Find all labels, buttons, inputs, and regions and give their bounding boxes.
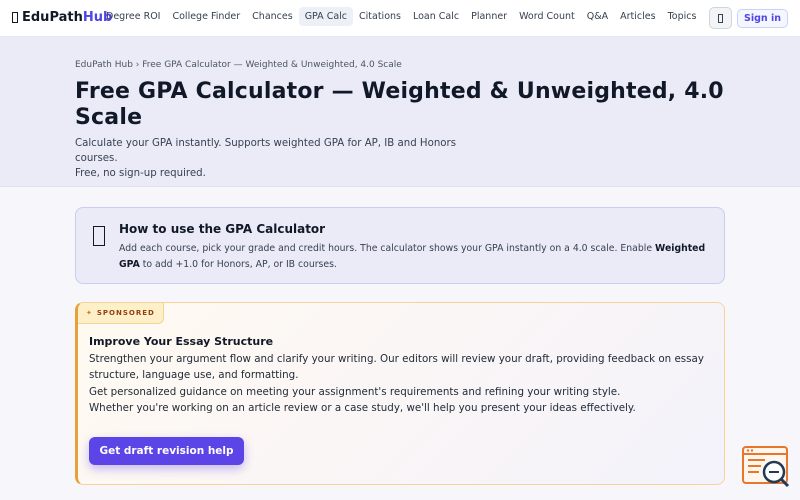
howto-title: How to use the GPA Calculator <box>119 222 326 236</box>
star-icon: ✦ <box>86 309 93 317</box>
site-logo[interactable]: EduPath Hub <box>12 10 112 25</box>
howto-text-part-2: to add +1.0 for Honors, AP, or IB course… <box>139 258 337 270</box>
nav-item-topics[interactable]: Topics <box>662 7 703 26</box>
page-subtitle-line-1: Calculate your GPA instantly. Supports w… <box>75 138 457 164</box>
sponsored-badge: ✦ SPONSORED <box>78 303 164 324</box>
logo-icon <box>12 12 18 23</box>
nav-item-chances[interactable]: Chances <box>246 7 299 26</box>
breadcrumb[interactable]: EduPath Hub › Free GPA Calculator — Weig… <box>75 60 402 70</box>
nav-item-gpa-calc[interactable]: GPA Calc <box>298 7 354 26</box>
hero-section: EduPath Hub › Free GPA Calculator — Weig… <box>0 37 800 187</box>
main-nav: Degree ROI College Finder Chances GPA Ca… <box>100 7 702 26</box>
sponsored-body-line-1: Strengthen your argument flow and clarif… <box>89 353 704 382</box>
nav-item-degree-roi[interactable]: Degree ROI <box>100 7 166 26</box>
document-search-icon <box>742 446 790 488</box>
nav-item-word-count[interactable]: Word Count <box>513 7 581 26</box>
book-icon <box>93 226 105 246</box>
howto-text-part-1: Add each course, pick your grade and cre… <box>119 243 656 254</box>
sponsored-card: ✦ SPONSORED Improve Your Essay Structure… <box>75 302 725 485</box>
sponsored-body: Strengthen your argument flow and clarif… <box>89 351 709 417</box>
nav-item-college-finder[interactable]: College Finder <box>166 7 246 26</box>
sign-in-button[interactable]: Sign in <box>737 9 788 28</box>
nav-item-loan-calc[interactable]: Loan Calc <box>407 7 465 26</box>
top-navbar: EduPath Hub Degree ROI College Finder Cha… <box>0 0 800 37</box>
howto-text: Add each course, pick your grade and cre… <box>119 241 714 272</box>
get-draft-revision-help-button[interactable]: Get draft revision help <box>89 437 244 465</box>
sponsored-body-line-2: Get personalized guidance on meeting you… <box>89 385 621 398</box>
sponsored-title: Improve Your Essay Structure <box>89 335 274 348</box>
nav-item-qa[interactable]: Q&A <box>581 7 614 26</box>
nav-item-planner[interactable]: Planner <box>465 7 513 26</box>
sponsored-body-line-3: Whether you're working on an article rev… <box>89 402 636 415</box>
theme-toggle-button[interactable] <box>709 7 732 29</box>
nav-item-citations[interactable]: Citations <box>353 7 407 26</box>
page-subtitle-line-2: Free, no sign-up required. <box>75 168 206 179</box>
howto-card: How to use the GPA Calculator Add each c… <box>75 207 725 284</box>
page-title: Free GPA Calculator — Weighted & Unweigh… <box>75 79 724 130</box>
floating-help-widget[interactable] <box>741 445 793 490</box>
logo-text-primary: EduPath <box>22 10 83 25</box>
sponsored-badge-label: SPONSORED <box>96 309 155 317</box>
page-subtitle: Calculate your GPA instantly. Supports w… <box>75 136 495 181</box>
nav-item-articles[interactable]: Articles <box>614 7 661 26</box>
theme-toggle-icon <box>718 13 723 23</box>
